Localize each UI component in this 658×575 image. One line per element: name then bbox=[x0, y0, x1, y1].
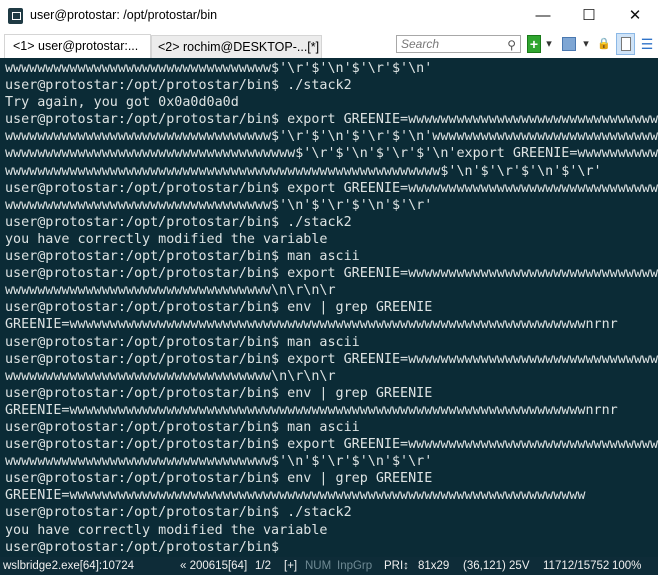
terminal-line: user@protostar:/opt/protostar/bin$ man a… bbox=[5, 249, 360, 265]
search-icon[interactable]: ⚲ bbox=[507, 37, 516, 53]
terminal-line: user@protostar:/opt/protostar/bin$ expor… bbox=[5, 351, 658, 367]
terminal-line: user@protostar:/opt/protostar/bin$ man a… bbox=[5, 334, 360, 350]
terminal-line: wwwwwwwwwwwwwwwwwwwwwwwwwwwwwwwww\n\r\n\… bbox=[5, 368, 336, 384]
terminal-line: wwwwwwwwwwwwwwwwwwwwwwwwwwwwwwwwwwwwwwww… bbox=[5, 163, 602, 179]
status-buffer[interactable]: 11712/15752 bbox=[543, 557, 609, 575]
terminal-line: user@protostar:/opt/protostar/bin$ expor… bbox=[5, 180, 658, 196]
status-zoom[interactable]: 100% bbox=[612, 557, 641, 575]
terminal-line: user@protostar:/opt/protostar/bin$ expor… bbox=[5, 112, 658, 128]
terminal-line: wwwwwwwwwwwwwwwwwwwwwwwwwwwwwwwww$'\r'$'… bbox=[5, 61, 433, 76]
tab-console-2[interactable]: <2> rochim@DESKTOP-...[*] bbox=[151, 35, 322, 58]
terminal-line: user@protostar:/opt/protostar/bin$ ./sta… bbox=[5, 505, 352, 521]
menu-icon[interactable]: ☰ bbox=[640, 35, 654, 53]
window-title: user@protostar: /opt/protostar/bin bbox=[30, 8, 218, 22]
terminal-line: GREENIE=wwwwwwwwwwwwwwwwwwwwwwwwwwwwwwww… bbox=[5, 317, 618, 333]
app-icon bbox=[8, 8, 23, 24]
status-console[interactable]: 1/2 bbox=[255, 557, 271, 575]
terminal-line: user@protostar:/opt/protostar/bin$ ./sta… bbox=[5, 78, 352, 94]
lock-icon[interactable]: 🔒 bbox=[597, 35, 611, 53]
terminal-line: user@protostar:/opt/protostar/bin$ expor… bbox=[5, 266, 658, 282]
chevron-down-icon[interactable]: ▾ bbox=[581, 35, 591, 53]
status-process[interactable]: wslbridge2.exe[64]:10724 bbox=[3, 557, 134, 575]
minimize-button[interactable]: — bbox=[520, 4, 566, 28]
status-plus[interactable]: [+] bbox=[284, 557, 297, 575]
terminal-line: user@protostar:/opt/protostar/bin$ ./sta… bbox=[5, 214, 352, 230]
terminal-line: user@protostar:/opt/protostar/bin$ man a… bbox=[5, 419, 360, 435]
status-inpgrp[interactable]: InpGrp bbox=[337, 557, 372, 575]
close-button[interactable]: ✕ bbox=[612, 4, 658, 28]
search-placeholder: Search bbox=[401, 37, 440, 51]
terminal-line: user@protostar:/opt/protostar/bin$ env |… bbox=[5, 471, 433, 487]
terminal-line: user@protostar:/opt/protostar/bin$ env |… bbox=[5, 385, 433, 401]
status-pid[interactable]: « 200615[64] bbox=[180, 557, 247, 575]
search-input[interactable]: Search ⚲ bbox=[396, 35, 521, 53]
status-priority[interactable]: PRI↕ bbox=[384, 557, 409, 575]
status-bar: wslbridge2.exe[64]:10724 « 200615[64] 1/… bbox=[0, 557, 658, 575]
terminal-line: you have correctly modified the variable bbox=[5, 522, 328, 538]
chevron-down-icon[interactable]: ▾ bbox=[544, 35, 554, 53]
status-size[interactable]: 81x29 bbox=[418, 557, 449, 575]
console-icon[interactable] bbox=[562, 37, 576, 51]
split-view-icon[interactable] bbox=[616, 33, 635, 55]
terminal-line: wwwwwwwwwwwwwwwwwwwwwwwwwwwwwwwww$'\n'$'… bbox=[5, 197, 433, 213]
status-num[interactable]: NUM bbox=[305, 557, 331, 575]
terminal-line: GREENIE=wwwwwwwwwwwwwwwwwwwwwwwwwwwwwwww… bbox=[5, 402, 618, 418]
title-bar: user@protostar: /opt/protostar/bin — ☐ ✕ bbox=[0, 0, 658, 33]
terminal-output[interactable]: wwwwwwwwwwwwwwwwwwwwwwwwwwwwwwwww$'\r'$'… bbox=[0, 58, 658, 557]
terminal-line: wwwwwwwwwwwwwwwwwwwwwwwwwwwwwwwwwwww$'\r… bbox=[5, 146, 658, 162]
terminal-line: GREENIE=wwwwwwwwwwwwwwwwwwwwwwwwwwwwwwww… bbox=[5, 488, 586, 504]
terminal-line: wwwwwwwwwwwwwwwwwwwwwwwwwwwwwwwww$'\r'$'… bbox=[5, 129, 658, 145]
terminal-line: wwwwwwwwwwwwwwwwwwwwwwwwwwwwwwwww$'\n'$'… bbox=[5, 454, 433, 470]
terminal-line: Try again, you got 0x0a0d0a0d bbox=[5, 95, 239, 111]
tab-bar: <1> user@protostar:... <2> rochim@DESKTO… bbox=[0, 33, 658, 58]
status-cursor[interactable]: (36,121) 25V bbox=[463, 557, 530, 575]
new-console-icon[interactable]: + bbox=[527, 35, 541, 53]
terminal-line: wwwwwwwwwwwwwwwwwwwwwwwwwwwwwwwww\n\r\n\… bbox=[5, 283, 336, 299]
maximize-button[interactable]: ☐ bbox=[566, 4, 612, 28]
terminal-line: user@protostar:/opt/protostar/bin$ expor… bbox=[5, 437, 658, 453]
tab-console-1[interactable]: <1> user@protostar:... bbox=[4, 34, 151, 58]
terminal-line: user@protostar:/opt/protostar/bin$ env |… bbox=[5, 300, 433, 316]
terminal-line: user@protostar:/opt/protostar/bin$ bbox=[5, 539, 280, 555]
terminal-line: you have correctly modified the variable bbox=[5, 231, 328, 247]
